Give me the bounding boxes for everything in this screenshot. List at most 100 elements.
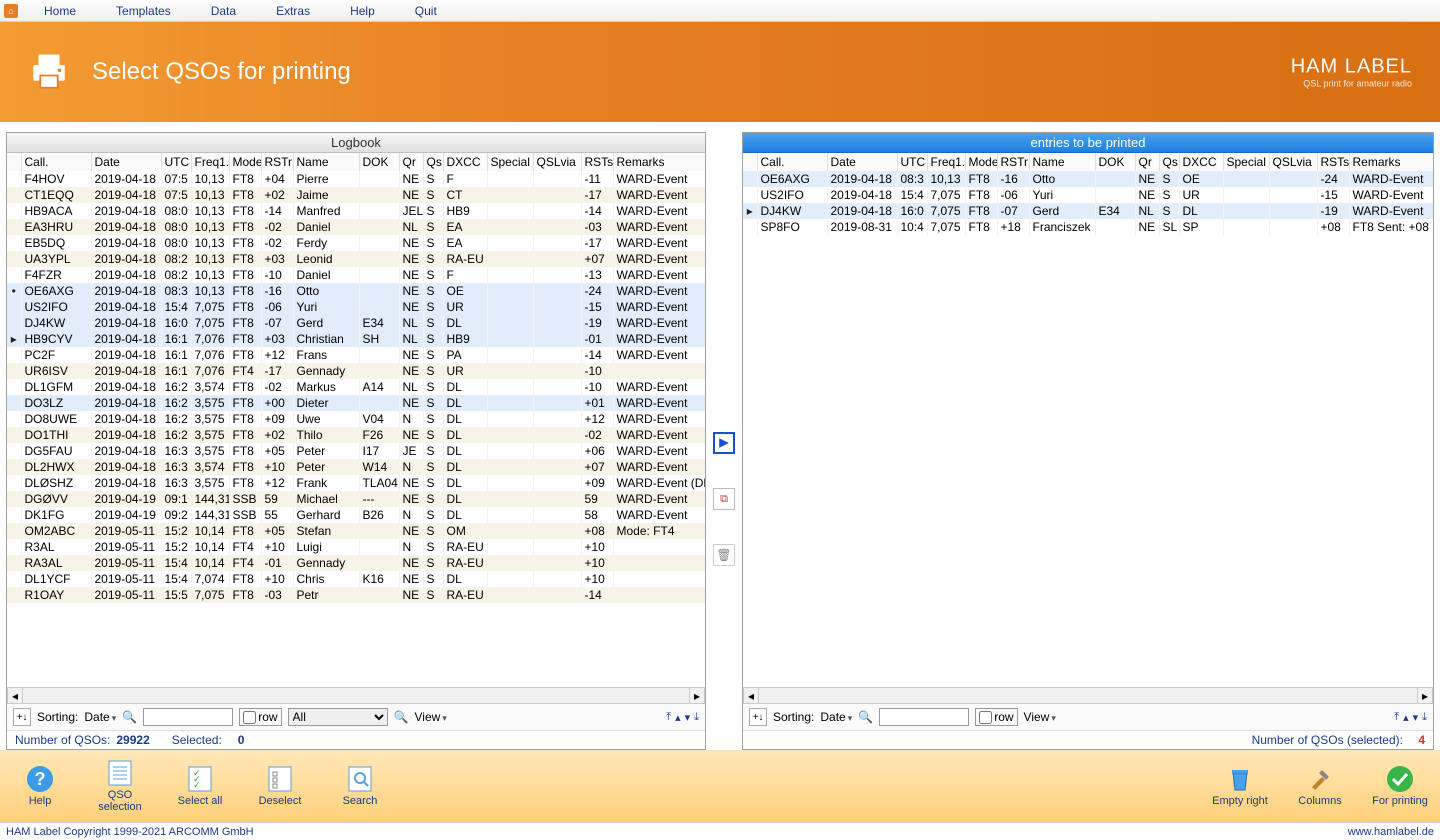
select-all-button[interactable]: ✓✓✓ Select all: [170, 765, 230, 807]
col-date[interactable]: Date: [91, 153, 161, 171]
menu-templates[interactable]: Templates: [96, 2, 191, 20]
col-marker[interactable]: [7, 153, 21, 171]
col-dxcc[interactable]: DXCC: [443, 153, 487, 171]
table-row[interactable]: SP8FO2019-08-3110:47,075FT8+18Franciszek…: [743, 219, 1433, 235]
col-rstr[interactable]: RSTr: [997, 153, 1029, 171]
filter-input-r[interactable]: [879, 708, 969, 726]
logbook-grid[interactable]: Call.DateUTCFreq1.ModeRSTrNameDOKQrQsDXC…: [7, 153, 705, 687]
col-qslvia[interactable]: QSLvia: [1269, 153, 1317, 171]
table-row[interactable]: EA3HRU2019-04-1808:010,13FT8-02DanielNLS…: [7, 219, 705, 235]
print-hscroll[interactable]: ◂▸: [743, 687, 1433, 703]
table-row[interactable]: F4FZR2019-04-1808:210,13FT8-10DanielNESF…: [7, 267, 705, 283]
table-row[interactable]: DO3LZ2019-04-1816:23,575FT8+00DieterNESD…: [7, 395, 705, 411]
col-name[interactable]: Name: [1029, 153, 1095, 171]
col-freq1[interactable]: Freq1.: [927, 153, 965, 171]
table-row[interactable]: DJ4KW2019-04-1816:07,075FT8-07GerdE34NLS…: [7, 315, 705, 331]
print-grid[interactable]: Call.DateUTCFreq1.ModeRSTrNameDOKQrQsDXC…: [743, 153, 1433, 687]
nav-arrows-r[interactable]: ⤒▴▾⤓: [1394, 711, 1427, 724]
table-row[interactable]: DLØSHZ2019-04-1816:33,575FT8+12FrankTLA0…: [7, 475, 705, 491]
nav-arrows[interactable]: ⤒▴▾⤓: [666, 711, 699, 724]
insert-row-button[interactable]: +↓: [13, 708, 31, 726]
col-rstr[interactable]: RSTr: [261, 153, 293, 171]
delete-button[interactable]: 🗑: [713, 544, 735, 566]
col-rsts[interactable]: RSTs: [1317, 153, 1349, 171]
col-freq1[interactable]: Freq1.: [191, 153, 229, 171]
search-button[interactable]: Search: [330, 765, 390, 807]
table-row[interactable]: US2IFO2019-04-1815:47,075FT8-06YuriNESUR…: [743, 187, 1433, 203]
table-row[interactable]: DK1FG2019-04-1909:2144,31SSB55GerhardB26…: [7, 507, 705, 523]
table-row[interactable]: ▸DJ4KW2019-04-1816:07,075FT8-07GerdE34NL…: [743, 203, 1433, 219]
col-dxcc[interactable]: DXCC: [1179, 153, 1223, 171]
col-qr[interactable]: Qr: [399, 153, 423, 171]
search-icon-r[interactable]: 🔍: [858, 710, 873, 724]
col-qr[interactable]: Qr: [1135, 153, 1159, 171]
table-row[interactable]: R3AL2019-05-1115:210,14FT4+10LuigiNSRA-E…: [7, 539, 705, 555]
empty-right-button[interactable]: Empty right: [1210, 765, 1270, 807]
search-icon[interactable]: 🔍: [122, 710, 137, 724]
col-call[interactable]: Call.: [757, 153, 827, 171]
view-dropdown[interactable]: View▾: [415, 710, 447, 724]
filter-all-select[interactable]: All: [288, 708, 388, 726]
col-rsts[interactable]: RSTs: [581, 153, 613, 171]
link-button[interactable]: ⧉: [713, 488, 735, 510]
table-row[interactable]: HB9ACA2019-04-1808:010,13FT8-14ManfredJE…: [7, 203, 705, 219]
menu-help[interactable]: Help: [330, 2, 395, 20]
menu-home[interactable]: Home: [24, 2, 96, 20]
qso-selection-button[interactable]: QSO selection: [90, 759, 150, 813]
table-row[interactable]: UA3YPL2019-04-1808:210,13FT8+03LeonidNES…: [7, 251, 705, 267]
filter-input[interactable]: [143, 708, 233, 726]
menu-data[interactable]: Data: [191, 2, 256, 20]
menu-extras[interactable]: Extras: [256, 2, 330, 20]
col-dok[interactable]: DOK: [359, 153, 399, 171]
logbook-hscroll[interactable]: ◂▸: [7, 687, 705, 703]
sort-field[interactable]: Date▾: [84, 710, 116, 724]
table-row[interactable]: •OE6AXG2019-04-1808:310,13FT8-16OttoNESO…: [7, 283, 705, 299]
table-row[interactable]: OE6AXG2019-04-1808:310,13FT8-16OttoNESOE…: [743, 171, 1433, 187]
table-row[interactable]: UR6ISV2019-04-1816:17,076FT4-17GennadyNE…: [7, 363, 705, 379]
insert-row-button-r[interactable]: +↓: [749, 708, 767, 726]
col-qslvia[interactable]: QSLvia: [533, 153, 581, 171]
col-date[interactable]: Date: [827, 153, 897, 171]
table-row[interactable]: DL1GFM2019-04-1816:23,574FT8-02MarkusA14…: [7, 379, 705, 395]
table-row[interactable]: F4HOV2019-04-1807:510,13FT8+04PierreNESF…: [7, 171, 705, 187]
col-marker[interactable]: [743, 153, 757, 171]
col-call[interactable]: Call.: [21, 153, 91, 171]
search-icon-2[interactable]: 🔍: [394, 710, 409, 724]
website-link[interactable]: www.hamlabel.de: [1348, 826, 1434, 838]
col-remarks[interactable]: Remarks: [1349, 153, 1433, 171]
table-row[interactable]: RA3AL2019-05-1115:410,14FT4-01GennadyNES…: [7, 555, 705, 571]
col-utc[interactable]: UTC: [897, 153, 927, 171]
row-checkbox-r[interactable]: row: [975, 708, 1017, 726]
table-row[interactable]: R1OAY2019-05-1115:57,075FT8-03PetrNESRA-…: [7, 587, 705, 603]
table-row[interactable]: DGØVV2019-04-1909:1144,31SSB59Michael---…: [7, 491, 705, 507]
table-row[interactable]: DO1THI2019-04-1816:23,575FT8+02ThiloF26N…: [7, 427, 705, 443]
table-row[interactable]: PC2F2019-04-1816:17,076FT8+12FransNESPA-…: [7, 347, 705, 363]
table-row[interactable]: DO8UWE2019-04-1816:23,575FT8+09UweV04NSD…: [7, 411, 705, 427]
col-mode[interactable]: Mode: [229, 153, 261, 171]
table-row[interactable]: EB5DQ2019-04-1808:010,13FT8-02FerdyNESEA…: [7, 235, 705, 251]
table-row[interactable]: DL1YCF2019-05-1115:47,074FT8+10ChrisK16N…: [7, 571, 705, 587]
help-button[interactable]: ? Help: [10, 765, 70, 807]
col-utc[interactable]: UTC: [161, 153, 191, 171]
col-remarks[interactable]: Remarks: [613, 153, 705, 171]
deselect-button[interactable]: Deselect: [250, 765, 310, 807]
columns-button[interactable]: Columns: [1290, 765, 1350, 807]
col-special[interactable]: Special: [1223, 153, 1269, 171]
row-checkbox[interactable]: row: [239, 708, 281, 726]
col-qs[interactable]: Qs: [423, 153, 443, 171]
table-row[interactable]: DG5FAU2019-04-1816:33,575FT8+05PeterI17J…: [7, 443, 705, 459]
col-qs[interactable]: Qs: [1159, 153, 1179, 171]
col-dok[interactable]: DOK: [1095, 153, 1135, 171]
sort-field-r[interactable]: Date▾: [820, 710, 852, 724]
table-row[interactable]: CT1EQQ2019-04-1807:510,13FT8+02JaimeNESC…: [7, 187, 705, 203]
table-row[interactable]: DL2HWX2019-04-1816:33,574FT8+10PeterW14N…: [7, 459, 705, 475]
view-dropdown-r[interactable]: View▾: [1024, 710, 1056, 724]
for-printing-button[interactable]: For printing: [1370, 765, 1430, 807]
col-name[interactable]: Name: [293, 153, 359, 171]
table-row[interactable]: OM2ABC2019-05-1115:210,14FT8+05StefanNES…: [7, 523, 705, 539]
table-row[interactable]: US2IFO2019-04-1815:47,075FT8-06YuriNESUR…: [7, 299, 705, 315]
col-mode[interactable]: Mode: [965, 153, 997, 171]
table-row[interactable]: ▸HB9CYV2019-04-1816:17,076FT8+03Christia…: [7, 331, 705, 347]
col-special[interactable]: Special: [487, 153, 533, 171]
move-right-button[interactable]: [713, 432, 735, 454]
